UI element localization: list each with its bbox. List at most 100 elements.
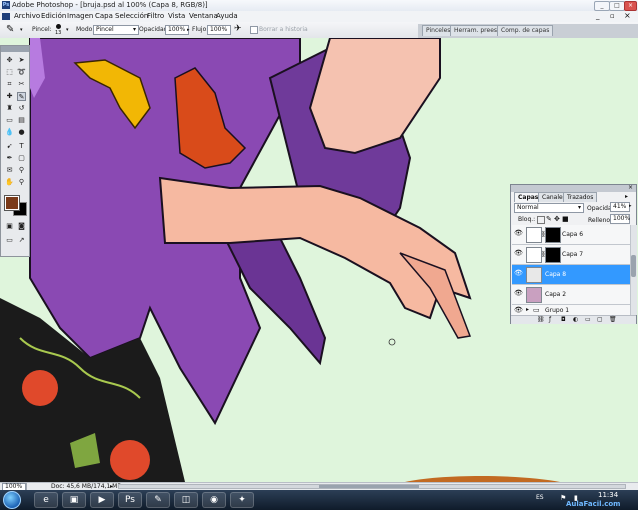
lock-all-icon[interactable]: ■ xyxy=(562,215,569,223)
eyedropper-tool-icon[interactable]: ⚲ xyxy=(17,166,26,175)
brush-tool-icon[interactable]: ✎ xyxy=(6,24,14,35)
history-brush-icon[interactable]: ↺ xyxy=(17,104,26,113)
dodge-tool-icon[interactable]: ● xyxy=(17,128,26,137)
menu-ventana[interactable]: Ventana xyxy=(189,12,218,20)
marquee-tool-icon[interactable]: ⬚ xyxy=(5,68,14,77)
taskbar-app-icon[interactable]: ✎ xyxy=(146,492,170,508)
opacity-slider-icon[interactable]: ▸ xyxy=(629,203,632,209)
jump-to-imageready-icon[interactable]: ↗ xyxy=(17,236,26,245)
menu-edicion[interactable]: Edición xyxy=(41,12,66,20)
menu-filtro[interactable]: Filtro xyxy=(147,12,164,20)
maximize-button[interactable]: □ xyxy=(609,1,625,11)
tab-composiciones-de-capas[interactable]: Comp. de capas xyxy=(497,25,554,36)
slice-tool-icon[interactable]: ✂ xyxy=(17,80,26,89)
layer-style-icon[interactable]: ƒ xyxy=(549,316,551,323)
notes-tool-icon[interactable]: ✉ xyxy=(5,166,14,175)
panel-close-icon[interactable]: × xyxy=(628,185,633,191)
add-mask-icon[interactable]: ◘ xyxy=(561,316,566,323)
app-menu-icon[interactable] xyxy=(2,13,10,20)
flow-field[interactable]: 100% xyxy=(207,25,231,35)
arrow-tool-icon[interactable]: ➤ xyxy=(17,56,26,65)
layer-row[interactable]: 👁 Capa 2 xyxy=(512,285,630,305)
shape-tool-icon[interactable]: ▢ xyxy=(17,154,26,163)
horizontal-scrollbar[interactable] xyxy=(118,484,626,489)
toolbox-header[interactable] xyxy=(1,46,29,52)
zoom-tool-icon[interactable]: ⚲ xyxy=(17,178,26,187)
eraser-tool-icon[interactable]: ▭ xyxy=(5,116,14,125)
doc-restore-button[interactable]: ▫ xyxy=(610,12,615,20)
panel-menu-icon[interactable]: ▸ xyxy=(625,193,628,200)
taskbar-photoshop-icon[interactable]: Ps xyxy=(118,492,142,508)
taskbar-explorer-icon[interactable]: ▣ xyxy=(62,492,86,508)
menu-archivo[interactable]: Archivo xyxy=(14,12,40,20)
layers-panel-header[interactable] xyxy=(511,185,636,192)
menu-capa[interactable]: Capa xyxy=(95,12,113,20)
gradient-tool-icon[interactable]: ▤ xyxy=(17,116,26,125)
doc-minimize-button[interactable]: _ xyxy=(596,12,600,20)
lasso-tool-icon[interactable]: ➰ xyxy=(17,68,26,77)
new-layer-icon[interactable]: ▢ xyxy=(597,316,603,323)
airbrush-icon[interactable]: ✈ xyxy=(234,24,242,34)
brush-preview[interactable]: 13 xyxy=(54,24,64,36)
lock-image-icon[interactable]: ✎ xyxy=(546,215,552,223)
screen-mode-icon[interactable]: ▭ xyxy=(5,236,14,245)
new-group-icon[interactable]: ▭ xyxy=(585,316,591,323)
language-indicator[interactable]: ES xyxy=(536,494,544,501)
close-button[interactable]: × xyxy=(624,1,637,11)
fill-field[interactable]: 100% xyxy=(610,214,630,224)
taskbar-recorder-icon[interactable]: ✦ xyxy=(230,492,254,508)
lock-position-icon[interactable]: ✥ xyxy=(554,215,560,223)
start-button[interactable] xyxy=(3,491,21,509)
tab-trazados[interactable]: Trazados xyxy=(563,192,598,202)
doc-close-button[interactable]: × xyxy=(624,11,631,20)
layer-group-row[interactable]: 👁 ▸ ▭ Grupo 1 xyxy=(512,305,630,315)
mode-select[interactable]: Pincel ▾ xyxy=(93,25,139,35)
horizontal-scrollbar-thumb[interactable] xyxy=(319,485,419,488)
pen-tool-icon[interactable]: ✒ xyxy=(5,154,14,163)
taskbar-app-icon-2[interactable]: ◫ xyxy=(174,492,198,508)
history-checkbox[interactable] xyxy=(250,26,258,34)
layers-scrollbar[interactable] xyxy=(630,225,637,315)
eye-icon[interactable]: 👁 xyxy=(514,250,523,257)
layer-row[interactable]: 👁 ⛓ Capa 7 xyxy=(512,245,630,265)
menu-ayuda[interactable]: Ayuda xyxy=(216,12,238,20)
layer-row[interactable]: 👁 ⛓ Capa 6 xyxy=(512,225,630,245)
brush-picker-dropdown-icon[interactable]: ▾ xyxy=(66,27,69,33)
move-tool-icon[interactable]: ✥ xyxy=(5,56,14,65)
crop-tool-icon[interactable]: ⌗ xyxy=(5,80,14,89)
layer-row-selected[interactable]: 👁 Capa 8 xyxy=(512,265,630,285)
layer-mask-thumbnail[interactable] xyxy=(545,227,561,243)
hand-tool-icon[interactable]: ✋ xyxy=(5,178,14,187)
healing-tool-icon[interactable]: ✚ xyxy=(5,92,14,101)
layer-opacity-field[interactable]: 41% xyxy=(610,202,630,212)
clock[interactable]: 11:34 xyxy=(598,491,618,499)
menu-vista[interactable]: Vista xyxy=(168,12,185,20)
taskbar-ie-icon[interactable]: e xyxy=(34,492,58,508)
layer-mask-thumbnail[interactable] xyxy=(545,247,561,263)
eye-icon[interactable]: 👁 xyxy=(514,270,523,277)
opacity-field[interactable]: 100% xyxy=(165,25,189,35)
eye-icon[interactable]: 👁 xyxy=(514,290,523,297)
standard-mode-icon[interactable]: ▣ xyxy=(5,222,14,231)
expand-triangle-icon[interactable]: ▸ xyxy=(526,306,529,313)
minimize-button[interactable]: _ xyxy=(594,1,610,11)
status-menu-icon[interactable]: ▸ xyxy=(110,483,113,490)
path-tool-icon[interactable]: ➹ xyxy=(5,142,14,151)
quick-mask-icon[interactable]: ◙ xyxy=(17,222,26,231)
brush-tool-selected-icon[interactable]: ✎ xyxy=(17,92,26,101)
blend-mode-select[interactable]: Normal ▾ xyxy=(514,203,584,213)
menu-seleccion[interactable]: Selección xyxy=(115,12,148,20)
scrollbar-thumb[interactable] xyxy=(631,255,636,277)
foreground-color-swatch[interactable] xyxy=(4,195,20,211)
eye-icon[interactable]: 👁 xyxy=(514,230,523,237)
menu-imagen[interactable]: Imagen xyxy=(67,12,93,20)
type-tool-icon[interactable]: T xyxy=(17,142,26,151)
lock-transparency-icon[interactable] xyxy=(537,216,545,224)
opacity-slider-icon[interactable]: ▸ xyxy=(187,27,190,33)
stamp-tool-icon[interactable]: ♜ xyxy=(5,104,14,113)
taskbar-chrome-icon[interactable]: ◉ xyxy=(202,492,226,508)
taskbar-media-icon[interactable]: ▶ xyxy=(90,492,114,508)
link-layers-icon[interactable]: ⛓ xyxy=(537,316,545,323)
blur-tool-icon[interactable]: 💧 xyxy=(5,128,14,137)
tool-preset-dropdown-icon[interactable]: ▾ xyxy=(20,27,23,33)
